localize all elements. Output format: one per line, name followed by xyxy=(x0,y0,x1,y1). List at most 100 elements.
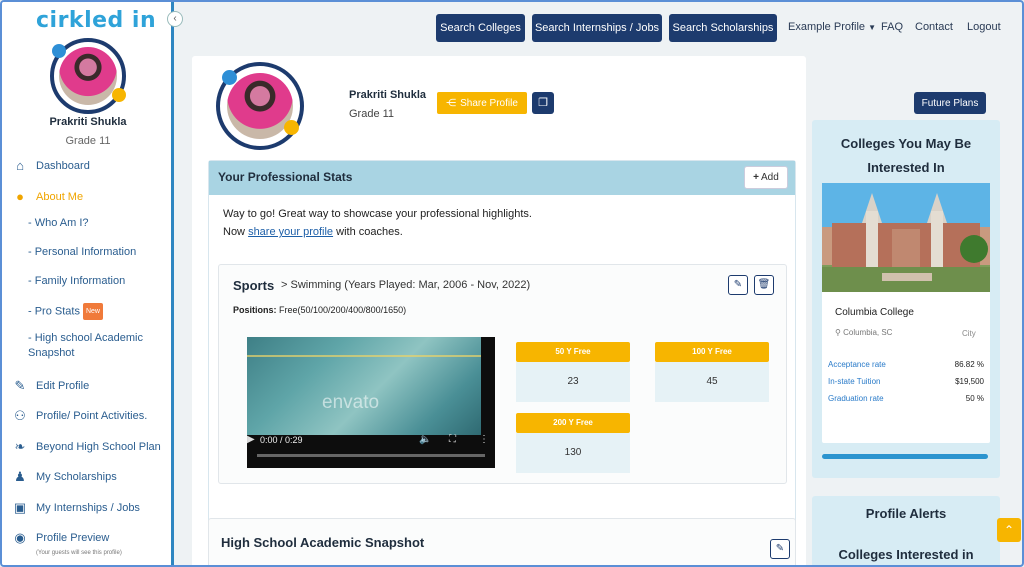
example-profile-menu[interactable]: Example Profile ▼ xyxy=(788,21,876,33)
avatar-dot-yellow xyxy=(284,120,299,135)
app-frame: cirkled in ‹ Prakriti Shukla Grade 11 ⌂ … xyxy=(0,0,1024,567)
sidebar-item-point-activities[interactable]: ⚇ Profile/ Point Activities. xyxy=(12,408,147,424)
sidebar-item-label: My Scholarships xyxy=(36,471,117,483)
stat-tile-label: 100 Y Free xyxy=(655,342,769,362)
sidebar-item-label: About Me xyxy=(36,190,84,203)
scroll-to-top-button[interactable]: ⌃ xyxy=(997,518,1021,542)
more-options-icon[interactable]: ⋮ xyxy=(479,434,489,445)
sidebar-sub-label: - Pro Stats xyxy=(28,305,80,318)
fullscreen-icon[interactable]: ⛶ xyxy=(449,434,456,445)
sidebar-item-internships[interactable]: ▣ My Internships / Jobs xyxy=(12,500,140,516)
person-icon: ♟ xyxy=(14,469,26,484)
eye-icon: ◉ xyxy=(14,530,26,545)
avatar-photo xyxy=(227,73,293,139)
chevron-up-icon: ⌃ xyxy=(1003,523,1015,537)
video-time: 0:00 / 0:29 xyxy=(260,435,303,445)
stat-tile-label: 50 Y Free xyxy=(516,342,630,362)
pencil-icon: ✎ xyxy=(733,279,743,290)
share-msg-suffix: with coaches. xyxy=(333,226,403,238)
carousel-progress-bar[interactable] xyxy=(822,454,988,459)
sidebar-item-label: Beyond High School Plan xyxy=(36,441,161,453)
college-stats: Acceptance rate 86.82 % In-state Tuition… xyxy=(828,360,984,411)
college-location: ⚲ Columbia, SC xyxy=(835,328,892,337)
profile-preview-note: (Your guests will see this profile) xyxy=(36,550,122,556)
faq-link[interactable]: FAQ xyxy=(881,21,903,33)
profile-grade: Grade 11 xyxy=(349,108,395,120)
sidebar-sub-pro-stats[interactable]: - Pro Stats New xyxy=(28,303,103,320)
positions-label: Positions: xyxy=(233,305,277,315)
sidebar-item-about-me[interactable]: ● About Me xyxy=(12,189,83,204)
volume-icon[interactable]: 🔈 xyxy=(419,434,431,445)
stat-tile-value: 130 xyxy=(516,433,630,473)
colleges-interested-title: Colleges Interested in xyxy=(838,547,974,562)
delete-sport-button[interactable]: 🗑 xyxy=(754,275,774,295)
college-stat-value: $19,500 xyxy=(955,377,984,386)
video-lane-line xyxy=(247,355,481,357)
edit-sport-button[interactable]: ✎ xyxy=(728,275,748,295)
sport-subtitle: > Swimming (Years Played: Mar, 2006 - No… xyxy=(281,279,530,291)
edit-icon: ✎ xyxy=(14,378,26,393)
sidebar-user-grade: Grade 11 xyxy=(65,135,111,147)
sidebar-sub-family-info[interactable]: - Family Information xyxy=(28,274,125,289)
copy-link-button[interactable]: ❐ xyxy=(532,92,554,114)
search-colleges-button[interactable]: Search Colleges xyxy=(436,14,525,42)
stats-message: Way to go! Great way to showcase your pr… xyxy=(223,208,532,220)
pencil-icon: ✎ xyxy=(775,543,785,554)
sport-card: Sports > Swimming (Years Played: Mar, 20… xyxy=(218,264,787,484)
search-internships-button[interactable]: Search Internships / Jobs xyxy=(532,14,662,42)
college-type: City xyxy=(962,329,976,338)
sport-name: > Swimming xyxy=(281,279,342,291)
professional-stats-panel: Your Professional Stats + Add Way to go!… xyxy=(208,160,796,558)
trash-icon: 🗑 xyxy=(757,279,771,290)
play-icon[interactable]: ▶ xyxy=(247,434,255,445)
logout-link[interactable]: Logout xyxy=(967,21,1001,33)
search-scholarships-button[interactable]: Search Scholarships xyxy=(669,14,777,42)
sport-video-player[interactable]: envato ▶ 0:00 / 0:29 🔈 ⛶ ⋮ xyxy=(247,337,495,468)
sidebar-item-beyond-high-school[interactable]: ❧ Beyond High School Plan xyxy=(12,439,161,455)
video-watermark: envato xyxy=(322,392,380,413)
home-icon: ⌂ xyxy=(16,158,24,173)
sidebar-item-dashboard[interactable]: ⌂ Dashboard xyxy=(12,158,90,173)
college-photo xyxy=(822,183,990,292)
college-building-illustration xyxy=(822,183,990,292)
contact-link[interactable]: Contact xyxy=(915,21,953,33)
edit-academic-button[interactable]: ✎ xyxy=(770,539,790,559)
sidebar-avatar xyxy=(50,38,126,114)
avatar-dot-yellow xyxy=(112,88,126,102)
sidebar-item-label: Edit Profile xyxy=(36,380,90,392)
sidebar-sub-academic-snapshot[interactable]: - High school Academic Snapshot xyxy=(28,331,158,361)
college-name[interactable]: Columbia College xyxy=(835,307,914,318)
caret-down-icon: ▼ xyxy=(868,23,877,32)
colleges-panel-title: Colleges You May Be Interested In xyxy=(840,136,972,175)
sidebar-sub-personal-info[interactable]: - Personal Information xyxy=(28,245,136,260)
sidebar-item-profile-preview[interactable]: ◉ Profile Preview xyxy=(12,530,109,546)
sidebar: cirkled in ‹ Prakriti Shukla Grade 11 ⌂ … xyxy=(2,2,183,565)
brand-logo[interactable]: cirkled in xyxy=(36,8,156,33)
add-stat-button[interactable]: + Add xyxy=(744,166,788,189)
sport-positions: Positions: Free(50/100/200/400/800/1650) xyxy=(233,305,406,315)
future-plans-button[interactable]: Future Plans xyxy=(914,92,986,114)
colleges-interested-panel: Colleges You May Be Interested In Columb… xyxy=(812,120,1000,478)
stat-tile-label: 200 Y Free xyxy=(516,413,630,433)
stat-tile: 100 Y Free 45 xyxy=(655,342,769,402)
share-profile-button[interactable]: ⋲ Share Profile xyxy=(437,92,527,114)
college-stat-row: In-state Tuition $19,500 xyxy=(828,377,984,394)
avatar-dot-blue xyxy=(52,44,66,58)
positions-value: Free(50/100/200/400/800/1650) xyxy=(279,305,407,315)
college-stat-value: 50 % xyxy=(965,394,984,403)
college-card[interactable]: Columbia College ⚲ Columbia, SC City Acc… xyxy=(822,183,990,443)
share-profile-link[interactable]: share your profile xyxy=(248,226,333,238)
sport-years: (Years Played: Mar, 2006 - Nov, 2022) xyxy=(344,279,531,291)
example-profile-label: Example Profile xyxy=(788,21,866,33)
video-progress-bar[interactable] xyxy=(257,454,485,457)
sidebar-sub-who-am-i[interactable]: - Who Am I? xyxy=(28,216,89,231)
map-pin-icon: ⚲ xyxy=(835,328,841,337)
new-badge: New xyxy=(82,303,103,320)
sidebar-item-edit-profile[interactable]: ✎ Edit Profile xyxy=(12,378,90,394)
avatar-photo xyxy=(59,47,117,105)
profile-avatar xyxy=(216,62,304,150)
sidebar-collapse-button[interactable]: ‹ xyxy=(167,11,183,27)
share-profile-label: Share Profile xyxy=(460,97,518,109)
sidebar-item-scholarships[interactable]: ♟ My Scholarships xyxy=(12,469,117,485)
college-stat-row: Graduation rate 50 % xyxy=(828,394,984,411)
